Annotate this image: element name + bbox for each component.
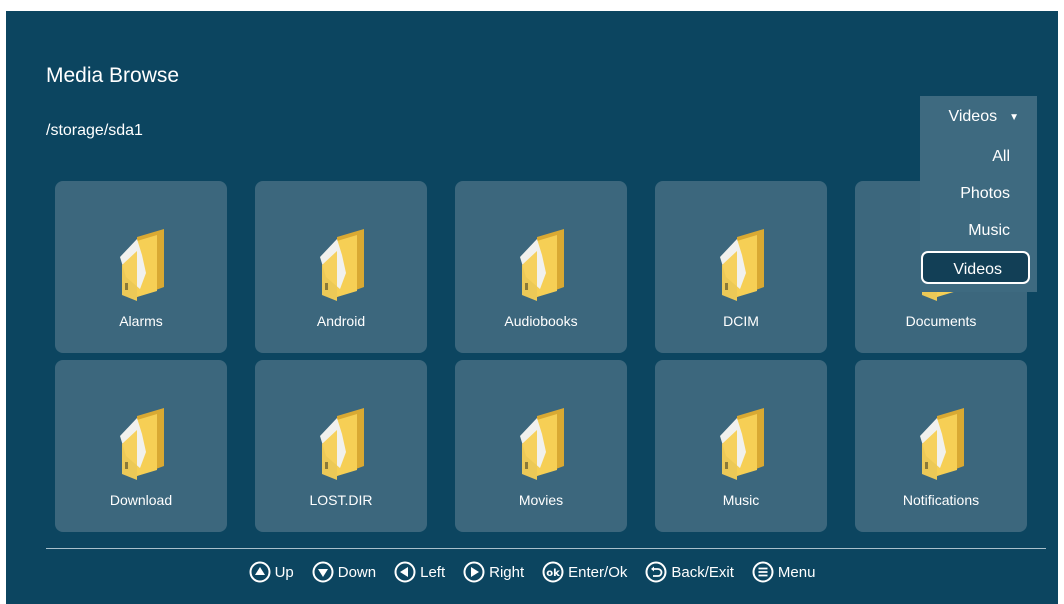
option-photos[interactable]: Photos (920, 175, 1037, 212)
hint-enter: ok Enter/Ok (542, 561, 627, 583)
option-videos[interactable]: Videos (921, 251, 1030, 284)
folder-icon (310, 406, 372, 482)
media-type-select[interactable]: Videos ▼ (920, 96, 1037, 138)
hint-right: Right (463, 561, 524, 583)
option-music[interactable]: Music (920, 212, 1037, 249)
ok-icon: ok (542, 561, 568, 583)
hint-up: Up (249, 561, 294, 583)
folder-tile[interactable]: Music (655, 360, 827, 532)
hint-label: Left (420, 563, 446, 581)
hint-label: Right (489, 563, 525, 581)
folder-grid: Alarms Android Audiobooks DCIM Documents… (55, 181, 1027, 532)
folder-tile[interactable]: Android (255, 181, 427, 353)
folder-tile[interactable]: Alarms (55, 181, 227, 353)
back-icon (645, 561, 671, 583)
hint-label: Back/Exit (671, 563, 734, 581)
caret-down-icon: ▼ (1009, 111, 1019, 123)
folder-label: LOST.DIR (309, 492, 373, 508)
left-icon (394, 561, 420, 583)
folder-icon (310, 227, 372, 303)
folder-label: Download (109, 492, 173, 508)
hint-down: Down (312, 561, 376, 583)
hint-back: Back/Exit (645, 561, 734, 583)
hint-label: Up (274, 563, 294, 581)
right-icon (463, 561, 489, 583)
hint-menu: Menu (752, 561, 816, 583)
folder-label: Alarms (119, 313, 163, 329)
menu-icon (752, 561, 778, 583)
folder-tile[interactable]: Download (55, 360, 227, 532)
folder-tile[interactable]: Notifications (855, 360, 1027, 532)
folder-label: Audiobooks (504, 313, 578, 329)
folder-icon (710, 227, 772, 303)
media-type-dropdown: Videos ▼ All Photos Music Videos (920, 96, 1037, 292)
folder-label: Documents (905, 313, 977, 329)
folder-icon (510, 227, 572, 303)
folder-icon (110, 406, 172, 482)
folder-label: Notifications (902, 492, 980, 508)
down-icon (312, 561, 338, 583)
media-type-options: All Photos Music Videos (920, 138, 1037, 292)
folder-icon (110, 227, 172, 303)
folder-tile[interactable]: Movies (455, 360, 627, 532)
folder-label: Android (316, 313, 366, 329)
up-icon (249, 561, 275, 583)
folder-tile[interactable]: Audiobooks (455, 181, 627, 353)
hint-left: Left (394, 561, 445, 583)
folder-label: Movies (518, 492, 564, 508)
folder-label: Music (722, 492, 760, 508)
hint-label: Down (337, 563, 377, 581)
footer-divider (46, 548, 1046, 549)
option-all[interactable]: All (920, 138, 1037, 175)
folder-tile[interactable]: LOST.DIR (255, 360, 427, 532)
svg-text:ok: ok (546, 568, 560, 579)
page-title: Media Browse (46, 64, 180, 87)
folder-icon (510, 406, 572, 482)
hint-label: Menu (777, 563, 816, 581)
hint-label: Enter/Ok (568, 563, 628, 581)
folder-tile[interactable]: DCIM (655, 181, 827, 353)
folder-label: DCIM (723, 313, 759, 329)
folder-icon (910, 406, 972, 482)
current-path: /storage/sda1 (46, 122, 143, 139)
media-browser-screen: Media Browse /storage/sda1 Alarms Androi… (6, 11, 1058, 604)
selected-media-type: Videos (948, 108, 998, 125)
folder-icon (710, 406, 772, 482)
remote-key-hints: Up Down Left Right ok Enter/Ok Back/Exit… (6, 557, 1058, 587)
